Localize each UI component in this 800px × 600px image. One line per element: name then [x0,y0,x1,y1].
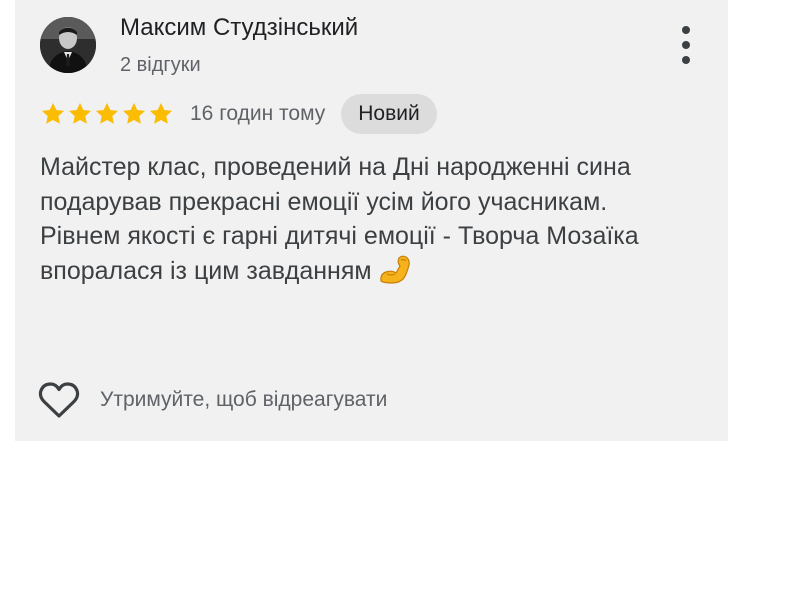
review-time: 16 годин тому [190,102,326,125]
author-avatar[interactable] [40,17,96,73]
star-icon [149,102,173,124]
avatar-photo-icon [40,17,96,73]
review-text: Майстер клас, проведений на Дні народжен… [40,150,700,288]
react-button[interactable]: Утримуйте, щоб відреагувати [38,378,387,422]
author-review-count: 2 відгуки [120,54,201,76]
new-badge: Новий [341,94,437,134]
flexed-biceps-emoji [379,255,410,284]
more-vertical-icon-dot [682,41,690,49]
star-icon [122,102,146,124]
star-icon [41,102,65,124]
review-text-line: Рівнем якості є гарні дитячі емоції - Тв… [40,222,639,285]
more-vertical-icon-dot [682,56,690,64]
heart-outline-icon [38,382,80,418]
review-text-line-with-emoji: Рівнем якості є гарні дитячі емоції - Тв… [40,219,700,288]
star-icon [95,102,119,124]
author-name[interactable]: Максим Студзінський [120,14,358,42]
more-vertical-icon-dot [682,26,690,34]
star-rating [40,101,174,127]
star-icon [68,102,92,124]
review-text-line: Майстер клас, проведений на Дні народжен… [40,153,631,216]
more-options-button[interactable] [672,26,700,64]
react-label: Утримуйте, щоб відреагувати [100,388,388,411]
rating-row: 16 годин тому Новий [40,94,437,134]
